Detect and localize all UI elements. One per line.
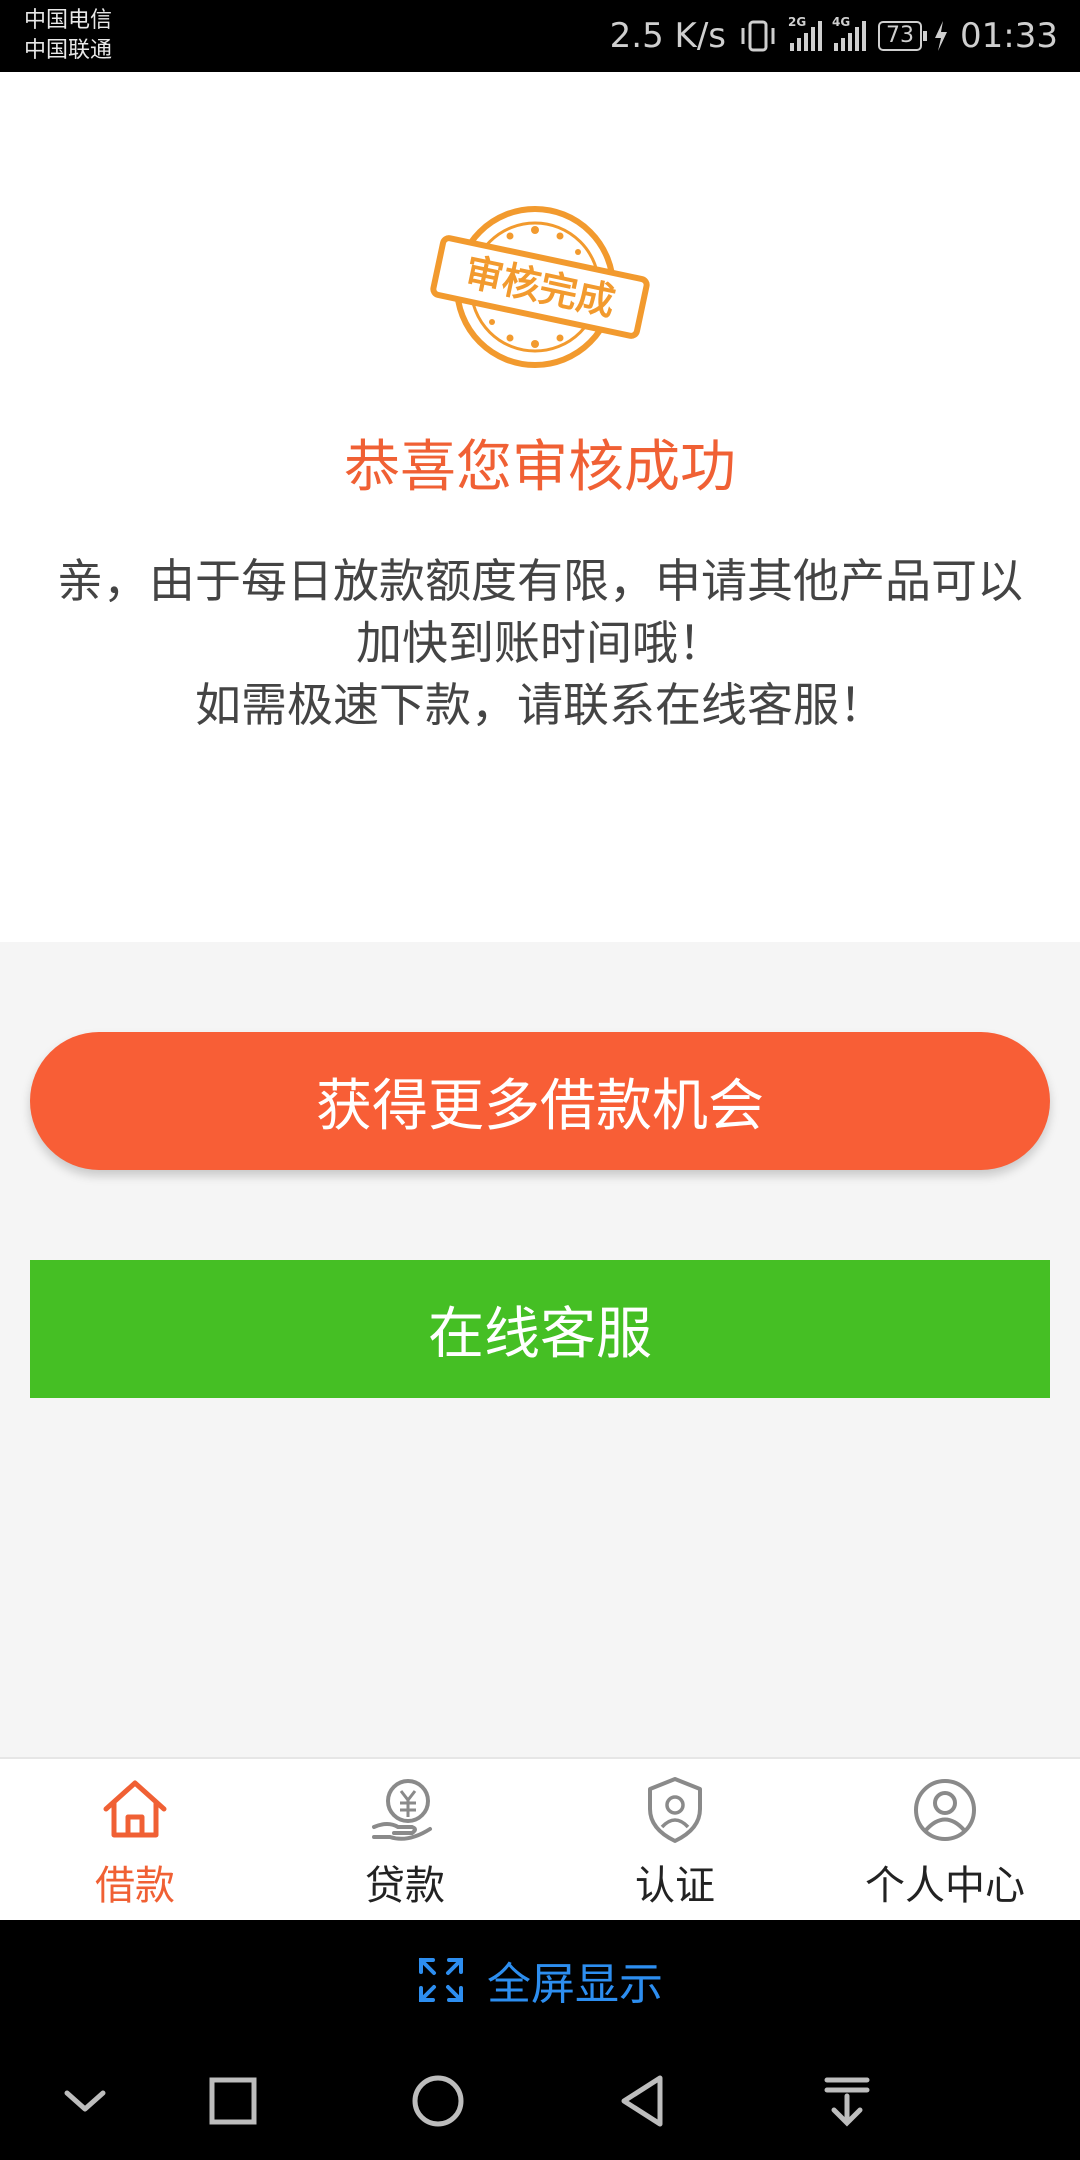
nav-label-borrow: 借款	[95, 1863, 175, 1909]
nav-label-profile: 个人中心	[865, 1863, 1025, 1909]
shield-check-icon	[648, 1777, 702, 1843]
vibrate-icon	[741, 20, 775, 52]
online-service-button[interactable]: 在线客服	[30, 1260, 1050, 1398]
review-message: 亲，由于每日放款额度有限，申请其他产品可以加快到账时间哦！ 如需极速下款，请联系…	[40, 550, 1040, 736]
signal-sim2-icon: 4G	[832, 15, 867, 51]
carrier-names: 中国电信 中国联通	[24, 6, 112, 66]
nav-item-verify[interactable]: 认证	[540, 1759, 810, 1920]
review-message-line-1: 亲，由于每日放款额度有限，申请其他产品可以加快到账时间哦！	[57, 554, 1023, 670]
notification-shade-icon[interactable]	[812, 2066, 882, 2136]
nav-label-loan: 贷款	[365, 1863, 445, 1909]
review-message-line-2: 如需极速下款，请联系在线客服！	[195, 678, 885, 732]
chevron-down-icon[interactable]	[50, 2066, 120, 2136]
bottom-nav: 借款 贷款 认证 个人中心	[0, 1757, 1080, 1920]
battery-indicator: 73	[878, 21, 928, 51]
carrier-2: 中国联通	[24, 38, 113, 63]
carrier-1: 中国电信	[24, 8, 113, 33]
status-icons: 2.5 K/s 2G 4G 73 01:33	[610, 0, 1058, 72]
user-circle-icon	[914, 1779, 976, 1841]
nav-label-verify: 认证	[635, 1863, 715, 1909]
expand-icon	[419, 1958, 463, 2002]
back-icon[interactable]	[608, 2066, 678, 2136]
home-button-icon[interactable]	[403, 2066, 473, 2136]
recent-apps-icon[interactable]	[198, 2066, 268, 2136]
success-title: 恭喜您审核成功	[344, 435, 736, 500]
status-bar: 中国电信 中国联通 2.5 K/s 2G 4G 73 01:33	[0, 0, 1080, 72]
fullscreen-label: 全屏显示	[487, 1959, 663, 2010]
more-loan-opportunities-button[interactable]: 获得更多借款机会	[30, 1032, 1050, 1170]
clock: 01:33	[960, 16, 1058, 56]
system-nav-bar	[0, 2040, 1080, 2160]
nav-item-loan[interactable]: 贷款	[270, 1759, 540, 1920]
fullscreen-bar[interactable]: 全屏显示	[0, 1920, 1080, 2040]
review-result-panel: 审核完成 恭喜您审核成功 亲，由于每日放款额度有限，申请其他产品可以加快到账时间…	[0, 72, 1080, 942]
nav-item-profile[interactable]: 个人中心	[810, 1759, 1080, 1920]
home-icon	[103, 1780, 167, 1838]
review-complete-stamp-icon: 审核完成	[430, 206, 650, 368]
network-speed: 2.5 K/s	[609, 16, 727, 56]
charging-icon	[935, 21, 948, 51]
yuan-hand-icon	[372, 1779, 432, 1841]
nav-item-borrow[interactable]: 借款	[0, 1759, 270, 1920]
signal-sim1-icon: 2G	[788, 15, 823, 51]
